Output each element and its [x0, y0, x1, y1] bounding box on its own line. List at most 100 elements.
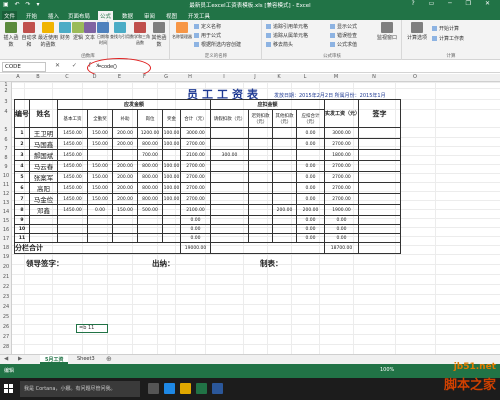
active-cell[interactable]: =b 11 [76, 324, 108, 333]
column-header[interactable]: I [205, 74, 243, 80]
cell-d2[interactable] [248, 204, 273, 216]
watch-window-button[interactable]: 监视窗口 [374, 20, 400, 41]
cell-d1[interactable] [210, 215, 249, 225]
calc-now-button[interactable]: 开始计算 [432, 25, 459, 32]
financial-button[interactable]: 财务 [58, 20, 72, 41]
cell-c4[interactable]: 1200.00 [137, 127, 163, 139]
row-header[interactable]: 20 [0, 264, 12, 270]
cell-d2[interactable] [248, 171, 273, 183]
tab-4[interactable]: 公式 [98, 11, 114, 20]
column-header[interactable]: N [353, 74, 395, 80]
cell-sign[interactable] [358, 204, 401, 216]
cell-name[interactable] [29, 224, 58, 234]
row-header[interactable]: 10 [0, 173, 12, 179]
cell-c3[interactable]: 200.00 [112, 182, 138, 194]
cell-c4[interactable]: 800.00 [137, 193, 163, 205]
cell-actual[interactable]: 0.00 [324, 233, 359, 243]
column-header[interactable]: H [175, 74, 205, 80]
cell-c2[interactable]: 150.00 [87, 182, 113, 194]
cell-sign[interactable] [358, 182, 401, 194]
cell-actual[interactable]: 2700.00 [324, 138, 359, 150]
cell-name[interactable]: 郝国斌 [29, 149, 58, 161]
use-in-formula-button[interactable]: 用于公式 [194, 32, 221, 39]
cell-dt[interactable]: 0.00 [296, 182, 325, 194]
row-header[interactable]: 14 [0, 209, 12, 215]
row-header[interactable]: 4 [0, 109, 12, 115]
explorer-icon[interactable] [180, 383, 191, 394]
cell-c5[interactable] [162, 204, 181, 216]
cell-d2[interactable] [248, 127, 273, 139]
text-button[interactable]: 文本 [84, 20, 96, 41]
cell-sign[interactable] [358, 149, 401, 161]
column-header[interactable]: L [291, 74, 319, 80]
row-header[interactable]: 23 [0, 294, 12, 300]
cell-c3[interactable]: 200.00 [112, 160, 138, 172]
cell-actual[interactable]: 2700.00 [324, 182, 359, 194]
define-name-button[interactable]: 定义名称 [194, 23, 221, 30]
cell-name[interactable]: 高阳 [29, 182, 58, 194]
cell-total[interactable]: 0.00 [180, 215, 211, 225]
cell-c3[interactable]: 200.00 [112, 127, 138, 139]
cell-sign[interactable] [358, 193, 401, 205]
cell-c3[interactable] [112, 224, 138, 234]
row-header[interactable]: 19 [0, 254, 12, 260]
cell-dt[interactable]: 0.00 [296, 215, 325, 225]
cell-name[interactable]: 马国鑫 [29, 138, 58, 150]
show-formulas-button[interactable]: 显示公式 [330, 23, 357, 30]
cell-c5[interactable]: 100.00 [162, 127, 181, 139]
cell-c1[interactable]: 1450.00 [57, 160, 88, 172]
row-header[interactable]: 27 [0, 334, 12, 340]
cell-d1[interactable] [210, 138, 249, 150]
autosum-button[interactable]: 自动求和 [20, 20, 38, 48]
cell-no[interactable]: 10 [14, 224, 30, 234]
cell-c1[interactable]: 1450.00 [57, 182, 88, 194]
subtotal-deduct-cell[interactable] [210, 242, 325, 254]
cell-c4[interactable] [137, 215, 163, 225]
row-header[interactable]: 6 [0, 137, 12, 143]
cell-c4[interactable]: 800.00 [137, 171, 163, 183]
cell-c2[interactable]: 150.00 [87, 160, 113, 172]
cell-name[interactable] [29, 215, 58, 225]
column-header[interactable]: E [107, 74, 132, 80]
cell-d1[interactable] [210, 160, 249, 172]
cell-dt[interactable]: 0.00 [296, 138, 325, 150]
cell-actual[interactable]: 2700.00 [324, 171, 359, 183]
cell-name[interactable]: 马云春 [29, 160, 58, 172]
cell-c4[interactable]: 800.00 [137, 182, 163, 194]
row-header[interactable]: 2 [0, 88, 12, 94]
cell-total[interactable]: 2700.00 [180, 138, 211, 150]
cell-actual[interactable]: 2700.00 [324, 160, 359, 172]
cell-total[interactable]: 2100.00 [180, 204, 211, 216]
row-header[interactable]: 15 [0, 218, 12, 224]
cell-d3[interactable] [272, 171, 297, 183]
cell-total[interactable]: 0.00 [180, 224, 211, 234]
cell-c5[interactable]: 100.00 [162, 171, 181, 183]
column-header[interactable]: J [243, 74, 267, 80]
cell-d2[interactable] [248, 193, 273, 205]
row-header[interactable]: 25 [0, 314, 12, 320]
cell-d1[interactable] [210, 182, 249, 194]
cell-dt[interactable] [296, 149, 325, 161]
cell-c4[interactable]: 700.00 [137, 149, 163, 161]
cell-d2[interactable] [248, 149, 273, 161]
row-header[interactable]: 24 [0, 304, 12, 310]
cell-c4[interactable] [137, 233, 163, 243]
cell-d3[interactable] [272, 224, 297, 234]
row-header[interactable]: 16 [0, 227, 12, 233]
cell-c3[interactable]: 200.00 [112, 171, 138, 183]
row-header[interactable]: 17 [0, 236, 12, 242]
formula-input[interactable] [95, 62, 495, 72]
cell-no[interactable]: 9 [14, 215, 30, 225]
cell-c4[interactable]: 800.00 [137, 138, 163, 150]
trace-dependents-button[interactable]: 追踪从属单元格 [266, 32, 308, 39]
cell-no[interactable]: 7 [14, 193, 30, 205]
more-functions-button[interactable]: 其他函数 [150, 20, 168, 48]
cell-c2[interactable] [87, 149, 113, 161]
name-manager-button[interactable]: 名称管理器 [172, 20, 192, 40]
subtotal-sign-cell[interactable] [358, 242, 401, 254]
cell-d2[interactable] [248, 224, 273, 234]
cell-c2[interactable] [87, 233, 113, 243]
row-header[interactable]: 18 [0, 245, 12, 251]
cell-d2[interactable] [248, 160, 273, 172]
sheet-tab-sheet3[interactable]: Sheet3 [72, 355, 100, 364]
